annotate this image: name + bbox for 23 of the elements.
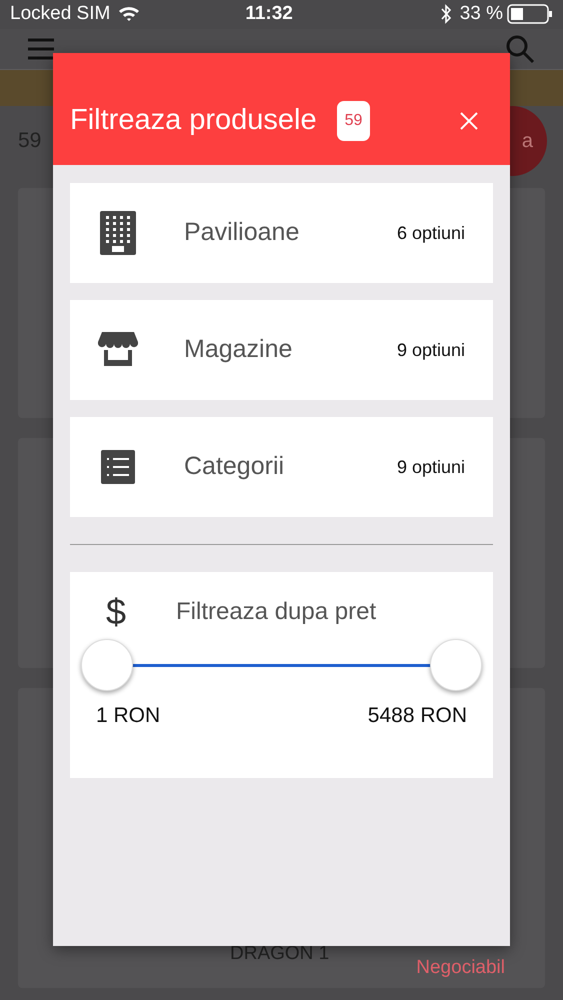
slider-handle[interactable] (430, 639, 482, 691)
filter-option[interactable]: Magazine 9 optiuni (70, 300, 493, 400)
wifi-icon (118, 6, 140, 22)
carrier-text: Locked SIM (10, 2, 110, 26)
clock-text: 11:32 (245, 2, 293, 26)
filter-option[interactable]: Categorii 9 optiuni (70, 417, 493, 517)
bluetooth-icon (440, 4, 452, 24)
price-note: Negociabil (416, 956, 505, 980)
battery-percent: 33 % (460, 2, 503, 26)
price-filter-label: Filtreaza dupa pret (176, 597, 376, 627)
count-badge: 59 (336, 101, 370, 141)
min-price: 1 RON (96, 703, 160, 729)
store-icon (98, 332, 138, 368)
building-icon (100, 211, 136, 255)
filter-option[interactable]: Pavilioane 6 optiuni (70, 183, 493, 283)
list-icon (101, 450, 135, 484)
search-icon[interactable] (505, 34, 535, 64)
slider-handle[interactable] (81, 639, 133, 691)
menu-icon[interactable] (28, 38, 54, 60)
battery-icon (507, 4, 553, 24)
max-price: 5488 RON (368, 703, 467, 729)
dollar-icon: $ (96, 594, 136, 630)
dialog-title: Filtreaza produsele (70, 103, 317, 138)
